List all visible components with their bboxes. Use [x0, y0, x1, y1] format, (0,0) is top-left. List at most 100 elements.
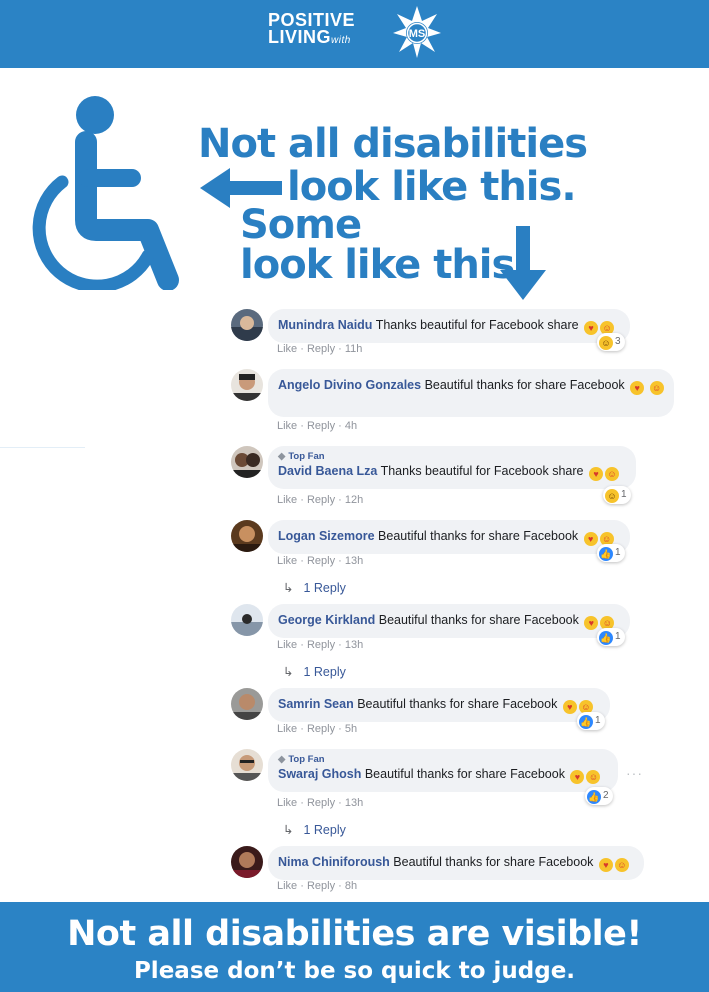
reply-link[interactable]: Reply — [307, 494, 335, 506]
like-link[interactable]: Like — [277, 494, 297, 506]
comment-time[interactable]: 4h — [345, 420, 357, 432]
reply-link[interactable]: Reply — [307, 797, 335, 809]
footer-banner: Not all disabilities are visible! Please… — [0, 902, 709, 992]
comment-author[interactable]: Nima Chiniforoush — [278, 855, 390, 869]
like-link[interactable]: Like — [277, 723, 297, 735]
like-link[interactable]: Like — [277, 880, 297, 892]
like-reaction-icon: 👍 — [579, 715, 593, 729]
reply-link[interactable]: Reply — [307, 880, 335, 892]
reply-link[interactable]: Reply — [307, 343, 335, 355]
reply-arrow-icon: ↳ — [283, 581, 294, 595]
like-link[interactable]: Like — [277, 343, 297, 355]
heart-eyes-emoji-icon: ♥ — [630, 381, 645, 395]
divider — [0, 447, 85, 448]
like-link[interactable]: Like — [277, 639, 297, 651]
haha-reaction-icon: ☺ — [599, 336, 613, 350]
reaction-count[interactable]: 👍 1 — [577, 712, 605, 730]
comment-author[interactable]: Angelo Divino Gonzales — [278, 378, 421, 392]
view-replies-link[interactable]: ↳ 1 Reply — [283, 822, 346, 837]
logo-with: with — [331, 35, 351, 46]
avatar[interactable] — [231, 369, 263, 401]
comment-author[interactable]: Swaraj Ghosh — [278, 767, 361, 781]
comment-time[interactable]: 13h — [345, 639, 363, 651]
like-link[interactable]: Like — [277, 555, 297, 567]
comment-meta: Like · Reply · 11h — [277, 343, 363, 355]
heart-eyes-emoji-icon: ♥ — [570, 770, 585, 784]
comment-text: Beautiful thanks for share Facebook — [424, 378, 625, 392]
comment-author[interactable]: Munindra Naidu — [278, 318, 372, 332]
like-reaction-icon: 👍 — [587, 790, 601, 804]
comment-time[interactable]: 11h — [345, 343, 363, 355]
comment-time[interactable]: 13h — [345, 797, 363, 809]
comment-time[interactable]: 5h — [345, 723, 357, 735]
avatar[interactable] — [231, 446, 263, 478]
comment-meta: Like · Reply · 4h — [277, 420, 358, 432]
like-reaction-icon: 👍 — [599, 547, 613, 561]
diamond-icon: ◆ — [278, 754, 286, 765]
comment-text: Thanks beautiful for Facebook share — [375, 318, 579, 332]
comment-author[interactable]: Logan Sizemore — [278, 529, 375, 543]
reaction-count[interactable]: 👍 1 — [597, 628, 625, 646]
comment-text: Beautiful thanks for share Facebook — [393, 855, 594, 869]
reply-link[interactable]: Reply — [307, 420, 335, 432]
comment-author[interactable]: David Baena Lza — [278, 464, 377, 478]
comment-time[interactable]: 13h — [345, 555, 363, 567]
reaction-count[interactable]: ☺ 1 — [603, 486, 631, 504]
avatar[interactable] — [231, 688, 263, 720]
wheelchair-icon — [32, 96, 179, 290]
comment-meta: Like · Reply · 12h — [277, 494, 364, 506]
ms-star-icon: MS — [393, 6, 441, 58]
reaction-count[interactable]: 👍 2 — [585, 787, 613, 805]
reaction-count[interactable]: ☺ 3 — [597, 333, 625, 351]
comment-author[interactable]: Samrin Sean — [278, 697, 354, 711]
top-fan-badge: ◆ Top Fan — [278, 754, 325, 765]
comment-bubble: Nima Chiniforoush Beautiful thanks for s… — [268, 846, 644, 880]
hero-line-4: look like this. — [240, 242, 530, 288]
heart-eyes-emoji-icon: ♥ — [562, 700, 577, 714]
reply-arrow-icon: ↳ — [283, 823, 294, 837]
top-fan-badge: ◆ Top Fan — [278, 451, 325, 462]
comment-meta: Like · Reply · 13h — [277, 797, 364, 809]
comment-meta: Like · Reply · 5h — [277, 723, 358, 735]
view-replies-link[interactable]: ↳ 1 Reply — [283, 664, 346, 679]
view-replies-link[interactable]: ↳ 1 Reply — [283, 580, 346, 595]
reply-link[interactable]: Reply — [307, 723, 335, 735]
comment-text: Beautiful thanks for share Facebook — [378, 529, 579, 543]
haha-reaction-icon: ☺ — [605, 489, 619, 503]
like-reaction-icon: 👍 — [599, 631, 613, 645]
reply-link[interactable]: Reply — [307, 555, 335, 567]
hero-line-3: Some — [240, 202, 362, 248]
comment-text: Beautiful thanks for share Facebook — [357, 697, 558, 711]
avatar[interactable] — [231, 604, 263, 636]
comment-bubble: George Kirkland Beautiful thanks for sha… — [268, 604, 630, 638]
comment-meta: Like · Reply · 8h — [277, 880, 358, 892]
comment-text: Beautiful thanks for share Facebook — [364, 767, 565, 781]
kiss-emoji-icon: ☺ — [586, 770, 601, 784]
reaction-count[interactable]: 👍 1 — [597, 544, 625, 562]
comment-bubble: Munindra Naidu Thanks beautiful for Face… — [268, 309, 630, 343]
like-link[interactable]: Like — [277, 797, 297, 809]
heart-eyes-emoji-icon: ♥ — [588, 467, 603, 481]
comment-time[interactable]: 12h — [345, 494, 363, 506]
heart-eyes-emoji-icon: ♥ — [584, 616, 599, 630]
logo-line2: LIVING — [268, 27, 332, 47]
comment-meta: Like · Reply · 13h — [277, 639, 364, 651]
avatar[interactable] — [231, 749, 263, 781]
avatar[interactable] — [231, 520, 263, 552]
logo-badge: MS — [409, 28, 426, 40]
kiss-emoji-icon: ☺ — [604, 467, 619, 481]
kiss-emoji-icon: ☺ — [614, 858, 629, 872]
comment-author[interactable]: George Kirkland — [278, 613, 375, 627]
more-options-icon[interactable]: ··· — [626, 765, 643, 781]
arrow-down-icon — [500, 226, 546, 300]
diamond-icon: ◆ — [278, 451, 286, 462]
reply-link[interactable]: Reply — [307, 639, 335, 651]
avatar[interactable] — [231, 846, 263, 878]
logo-text: POSITIVE LIVINGwith — [268, 11, 355, 49]
comment-time[interactable]: 8h — [345, 880, 357, 892]
heart-eyes-emoji-icon: ♥ — [598, 858, 613, 872]
like-link[interactable]: Like — [277, 420, 297, 432]
comment-bubble: Logan Sizemore Beautiful thanks for shar… — [268, 520, 630, 554]
avatar[interactable] — [231, 309, 263, 341]
footer-title: Not all disabilities are visible! — [67, 914, 642, 954]
